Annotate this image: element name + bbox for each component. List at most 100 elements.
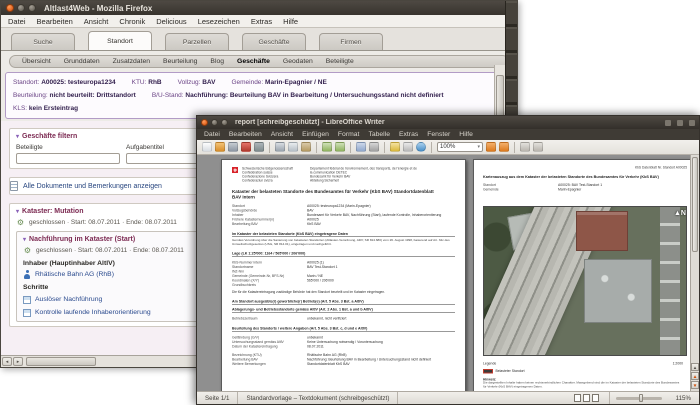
- org-line: Département fédéral de l'environnement, …: [309, 167, 417, 175]
- minimize-button[interactable]: [211, 119, 218, 126]
- copy-icon[interactable]: [288, 142, 298, 152]
- paste-icon[interactable]: [301, 142, 311, 152]
- forward-icon[interactable]: [533, 142, 543, 152]
- zoom-combo-value: 100%: [440, 144, 456, 150]
- step-2-link[interactable]: Kontrolle laufende Inhaberorientierung: [35, 309, 151, 316]
- view-layout-buttons[interactable]: [566, 392, 610, 404]
- tab-parzellen[interactable]: Parzellen: [165, 33, 229, 50]
- redo-icon[interactable]: [335, 142, 345, 152]
- nav-item-beurteilung[interactable]: Beurteilung: [163, 58, 197, 65]
- undo-icon[interactable]: [322, 142, 332, 152]
- writer-statusbar: Seite 1/1 Standardvorlage – Textdokument…: [197, 391, 699, 404]
- inhaber-link[interactable]: Rhätische Bahn AG (RhB): [35, 271, 114, 278]
- doc-row: Gemeinde Marin-Epagnier: [483, 188, 582, 192]
- menu-item[interactable]: Chronik: [119, 17, 145, 26]
- collapse-triangle-icon[interactable]: ▾: [16, 209, 19, 215]
- new-document-icon[interactable]: [202, 142, 212, 152]
- section-paragraph: Gemäss Verordnung über die Sanierung von…: [232, 238, 450, 246]
- table-icon[interactable]: [356, 142, 366, 152]
- single-page-view-icon[interactable]: [573, 394, 581, 402]
- nav-item-blog[interactable]: Blog: [210, 58, 224, 65]
- nav-previous-page-icon[interactable]: ▴: [691, 372, 699, 380]
- zoom-slider[interactable]: [615, 394, 662, 402]
- tab-firmen[interactable]: Firmen: [319, 33, 383, 50]
- scroll-left-icon[interactable]: ◂: [2, 357, 12, 366]
- doc-row: Weitere Bemerkungen Standortdatenblatt Kb…: [232, 362, 350, 367]
- nav-item-uebersicht[interactable]: Übersicht: [22, 58, 51, 65]
- kataster-note: Die für die Katastereintragung zuständig…: [232, 290, 386, 295]
- section-heading: Lage (LK 1:25'000: 1164 / 565'000 / 206'…: [232, 251, 455, 257]
- navigator-icon[interactable]: [416, 142, 426, 152]
- collapse-triangle-icon[interactable]: ▾: [16, 134, 19, 140]
- scrollbar-thumb[interactable]: [496, 75, 504, 119]
- multi-page-view-icon[interactable]: [582, 394, 590, 402]
- window-title: Altlast4Web - Mozilla Firefox: [44, 3, 153, 13]
- scrollbar-thumb[interactable]: [692, 157, 698, 252]
- scroll-up-icon[interactable]: ▴: [691, 363, 699, 371]
- menu-item[interactable]: Format: [338, 131, 360, 138]
- spellcheck-icon[interactable]: [390, 142, 400, 152]
- menu-item[interactable]: Lesezeichen: [198, 17, 240, 26]
- nav-previous-icon[interactable]: [486, 142, 496, 152]
- menu-item[interactable]: Hilfe: [283, 17, 298, 26]
- save-icon[interactable]: [228, 142, 238, 152]
- scrollbar-thumb[interactable]: [26, 357, 96, 366]
- back-icon[interactable]: [520, 142, 530, 152]
- road: [660, 207, 680, 355]
- print-icon[interactable]: [254, 142, 264, 152]
- titlebar-indicator-icon: [689, 119, 695, 126]
- nav-item-geschaefte[interactable]: Geschäfte: [237, 58, 270, 65]
- tab-suche[interactable]: Suche: [11, 33, 75, 50]
- document-area: Schweizerische Eidgenossenschaft Confédér…: [197, 155, 699, 391]
- trees: [592, 319, 662, 355]
- menu-item[interactable]: Fenster: [427, 131, 450, 138]
- tab-standort[interactable]: Standort: [88, 31, 152, 50]
- maximize-button[interactable]: [28, 4, 36, 12]
- info-pair: Beurteilung: nicht beurteilt: Drittstand…: [13, 92, 136, 99]
- nav-item-beteiligte[interactable]: Beteiligte: [326, 58, 354, 65]
- menu-item[interactable]: Extras: [251, 17, 272, 26]
- writer-titlebar[interactable]: report [schreibgeschützt] - LibreOffice …: [197, 116, 699, 129]
- menu-item[interactable]: Datei: [204, 131, 220, 138]
- zoom-percentage[interactable]: 115%: [668, 392, 699, 404]
- menu-item[interactable]: Datei: [8, 17, 26, 26]
- scroll-right-icon[interactable]: ▸: [13, 357, 23, 366]
- menu-item[interactable]: Delicious: [156, 17, 186, 26]
- firefox-titlebar[interactable]: Altlast4Web - Mozilla Firefox: [1, 1, 517, 15]
- style-indicator[interactable]: Standardvorlage – Textdokument (schreibg…: [238, 392, 399, 404]
- nav-item-geodaten[interactable]: Geodaten: [283, 58, 313, 65]
- vertical-scrollbar[interactable]: ▴ ▴ ▾: [690, 155, 699, 391]
- beteiligte-input[interactable]: [16, 153, 120, 164]
- chevron-down-icon: ▾: [477, 144, 480, 150]
- standort-infobox: Standort: A00025: testeuropa1234 KTU: RhB…: [5, 72, 503, 119]
- nav-next-icon[interactable]: [499, 142, 509, 152]
- nav-item-zusatzdaten[interactable]: Zusatzdaten: [113, 58, 150, 65]
- export-pdf-icon[interactable]: [241, 142, 251, 152]
- menu-item[interactable]: Einfügen: [302, 131, 329, 138]
- zoom-combo[interactable]: 100% ▾: [437, 142, 483, 152]
- page-indicator[interactable]: Seite 1/1: [197, 392, 239, 404]
- minimize-button[interactable]: [17, 4, 25, 12]
- menu-item[interactable]: Tabelle: [368, 131, 390, 138]
- zoom-slider-handle[interactable]: [638, 394, 643, 402]
- menu-item[interactable]: Ansicht: [271, 131, 293, 138]
- hyperlink-icon[interactable]: [369, 142, 379, 152]
- close-button[interactable]: [201, 119, 208, 126]
- step-1-link[interactable]: Auslöser Nachführung: [35, 296, 102, 303]
- book-view-icon[interactable]: [591, 394, 599, 402]
- maximize-button[interactable]: [221, 119, 228, 126]
- menu-item[interactable]: Bearbeiten: [37, 17, 73, 26]
- cut-icon[interactable]: [275, 142, 285, 152]
- tab-geschaefte[interactable]: Geschäfte: [242, 33, 306, 50]
- menu-item[interactable]: Hilfe: [459, 131, 473, 138]
- menu-item[interactable]: Bearbeiten: [229, 131, 262, 138]
- close-button[interactable]: [6, 4, 14, 12]
- all-documents-link[interactable]: Alle Dokumente und Bemerkungen anzeigen: [23, 183, 162, 190]
- menu-item[interactable]: Ansicht: [84, 17, 109, 26]
- collapse-triangle-icon[interactable]: ▾: [23, 237, 26, 243]
- find-icon[interactable]: [403, 142, 413, 152]
- nav-next-page-icon[interactable]: ▾: [691, 381, 699, 389]
- menu-item[interactable]: Extras: [399, 131, 418, 138]
- open-icon[interactable]: [215, 142, 225, 152]
- nav-item-grunddaten[interactable]: Grunddaten: [64, 58, 100, 65]
